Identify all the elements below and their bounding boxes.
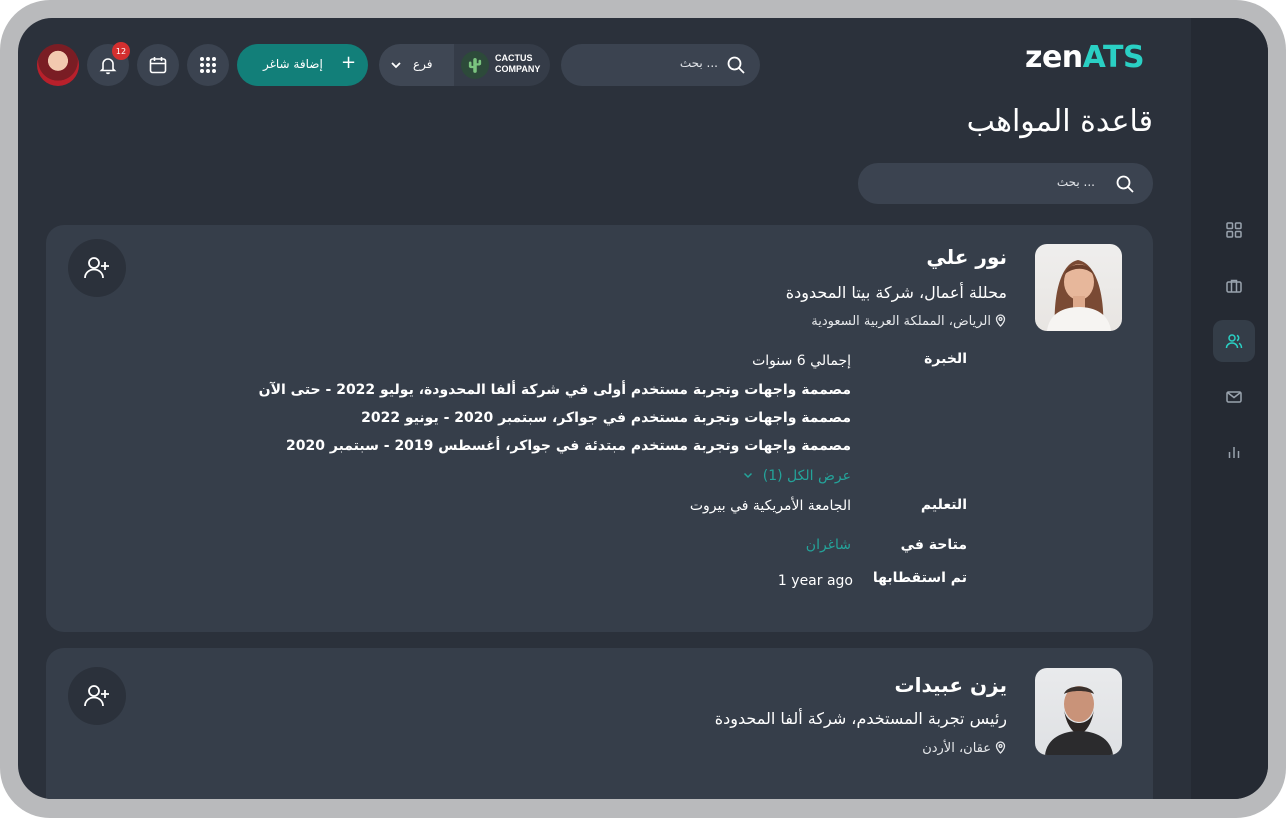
add-candidate-button[interactable] (68, 667, 126, 725)
user-plus-icon (84, 685, 109, 707)
zenats-logo[interactable]: zen ATS (1025, 40, 1145, 75)
education-value: الجامعة الأمريكية في بيروت (689, 498, 851, 514)
candidate-name[interactable]: يزن عبيدات (895, 673, 1007, 697)
candidate-location: عقان، الأردن (922, 741, 1007, 756)
user-avatar[interactable] (37, 44, 79, 86)
candidate-card[interactable]: نور علي محللة أعمال، شركة بيتا المحدودة … (46, 225, 1153, 632)
device-frame: zen ATS بحث ... فرع CACTUS COMPANY إضافة… (0, 0, 1286, 818)
branch-label: فرع (413, 57, 433, 71)
candidate-title: محللة أعمال، شركة بيتا المحدودة (785, 283, 1007, 302)
show-all-label: عرض الكل (1) (762, 468, 851, 484)
logo-accent-text: ATS (1082, 40, 1145, 75)
calendar-icon (149, 57, 167, 74)
header-search-placeholder: بحث ... (679, 56, 718, 70)
page-title: قاعدة المواهب (966, 104, 1153, 139)
experience-total: إجمالي 6 سنوات (752, 353, 851, 369)
location-text: عقان، الأردن (922, 741, 991, 756)
candidate-name[interactable]: نور علي (926, 245, 1007, 269)
search-icon (1116, 175, 1134, 193)
plus-icon: + (341, 52, 357, 73)
logo-text: zen (1025, 40, 1083, 75)
location-text: الرياض، المملكة العربية السعودية (811, 314, 991, 329)
sourced-value: 1 year ago (777, 573, 853, 589)
company-branch-selector[interactable]: فرع CACTUS COMPANY (379, 44, 550, 86)
bar-chart-icon[interactable] (1213, 431, 1255, 473)
add-job-button[interactable]: إضافة شاغر + (237, 44, 368, 86)
users-icon[interactable] (1213, 320, 1255, 362)
user-plus-icon (84, 257, 109, 279)
available-in-label: متاحة في (900, 537, 967, 553)
experience-item: مصممة واجهات وتجربة مستخدم في جواكر، سبت… (361, 410, 851, 426)
add-candidate-button[interactable] (68, 239, 126, 297)
available-jobs-link[interactable]: شاغران (806, 537, 851, 553)
apps-menu-button[interactable] (187, 44, 229, 86)
education-label: التعليم (920, 497, 967, 513)
sourced-label: تم استقطابها (872, 570, 967, 586)
show-all-experience-link[interactable]: عرض الكل (1) (742, 468, 851, 484)
location-pin-icon (995, 314, 1006, 327)
grid-icon[interactable] (1213, 209, 1255, 251)
candidate-card[interactable]: يزن عبيدات رئيس تجربة المستخدم، شركة ألف… (46, 648, 1153, 799)
candidate-photo (1035, 244, 1122, 331)
experience-item: مصممة واجهات وتجربة مستخدم مبتدئة في جوا… (286, 438, 851, 454)
candidate-location: الرياض، المملكة العربية السعودية (811, 314, 1007, 329)
experience-label: الخبرة (924, 351, 967, 367)
company-name-line2: COMPANY (495, 64, 541, 74)
company-name-line1: CACTUS (495, 53, 533, 63)
candidate-title: رئيس تجربة المستخدم، شركة ألفا المحدودة (714, 709, 1007, 728)
notifications-button[interactable]: 12 (87, 42, 130, 86)
talent-search-placeholder: بحث ... (1056, 175, 1095, 189)
side-rail (1191, 18, 1268, 799)
branch-dropdown[interactable]: فرع (379, 44, 454, 86)
location-pin-icon (995, 741, 1006, 754)
calendar-button[interactable] (137, 44, 179, 86)
notification-count-badge: 12 (112, 42, 130, 60)
cactus-logo-icon (461, 51, 489, 79)
experience-item: مصممة واجهات وتجربة مستخدم أولى في شركة … (258, 382, 851, 398)
header-search-input[interactable]: بحث ... (561, 44, 760, 86)
talent-search-input[interactable]: بحث ... (858, 163, 1153, 204)
mail-icon[interactable] (1213, 376, 1255, 418)
candidate-photo (1035, 668, 1122, 755)
briefcase-icon[interactable] (1213, 265, 1255, 307)
apps-grid-icon (200, 57, 216, 73)
app-window: zen ATS بحث ... فرع CACTUS COMPANY إضافة… (18, 18, 1268, 799)
chevron-down-icon (744, 472, 753, 479)
add-job-label: إضافة شاغر (263, 57, 323, 71)
company-name: CACTUS COMPANY (495, 53, 540, 75)
chevron-down-icon (391, 62, 401, 69)
search-icon (727, 56, 745, 74)
